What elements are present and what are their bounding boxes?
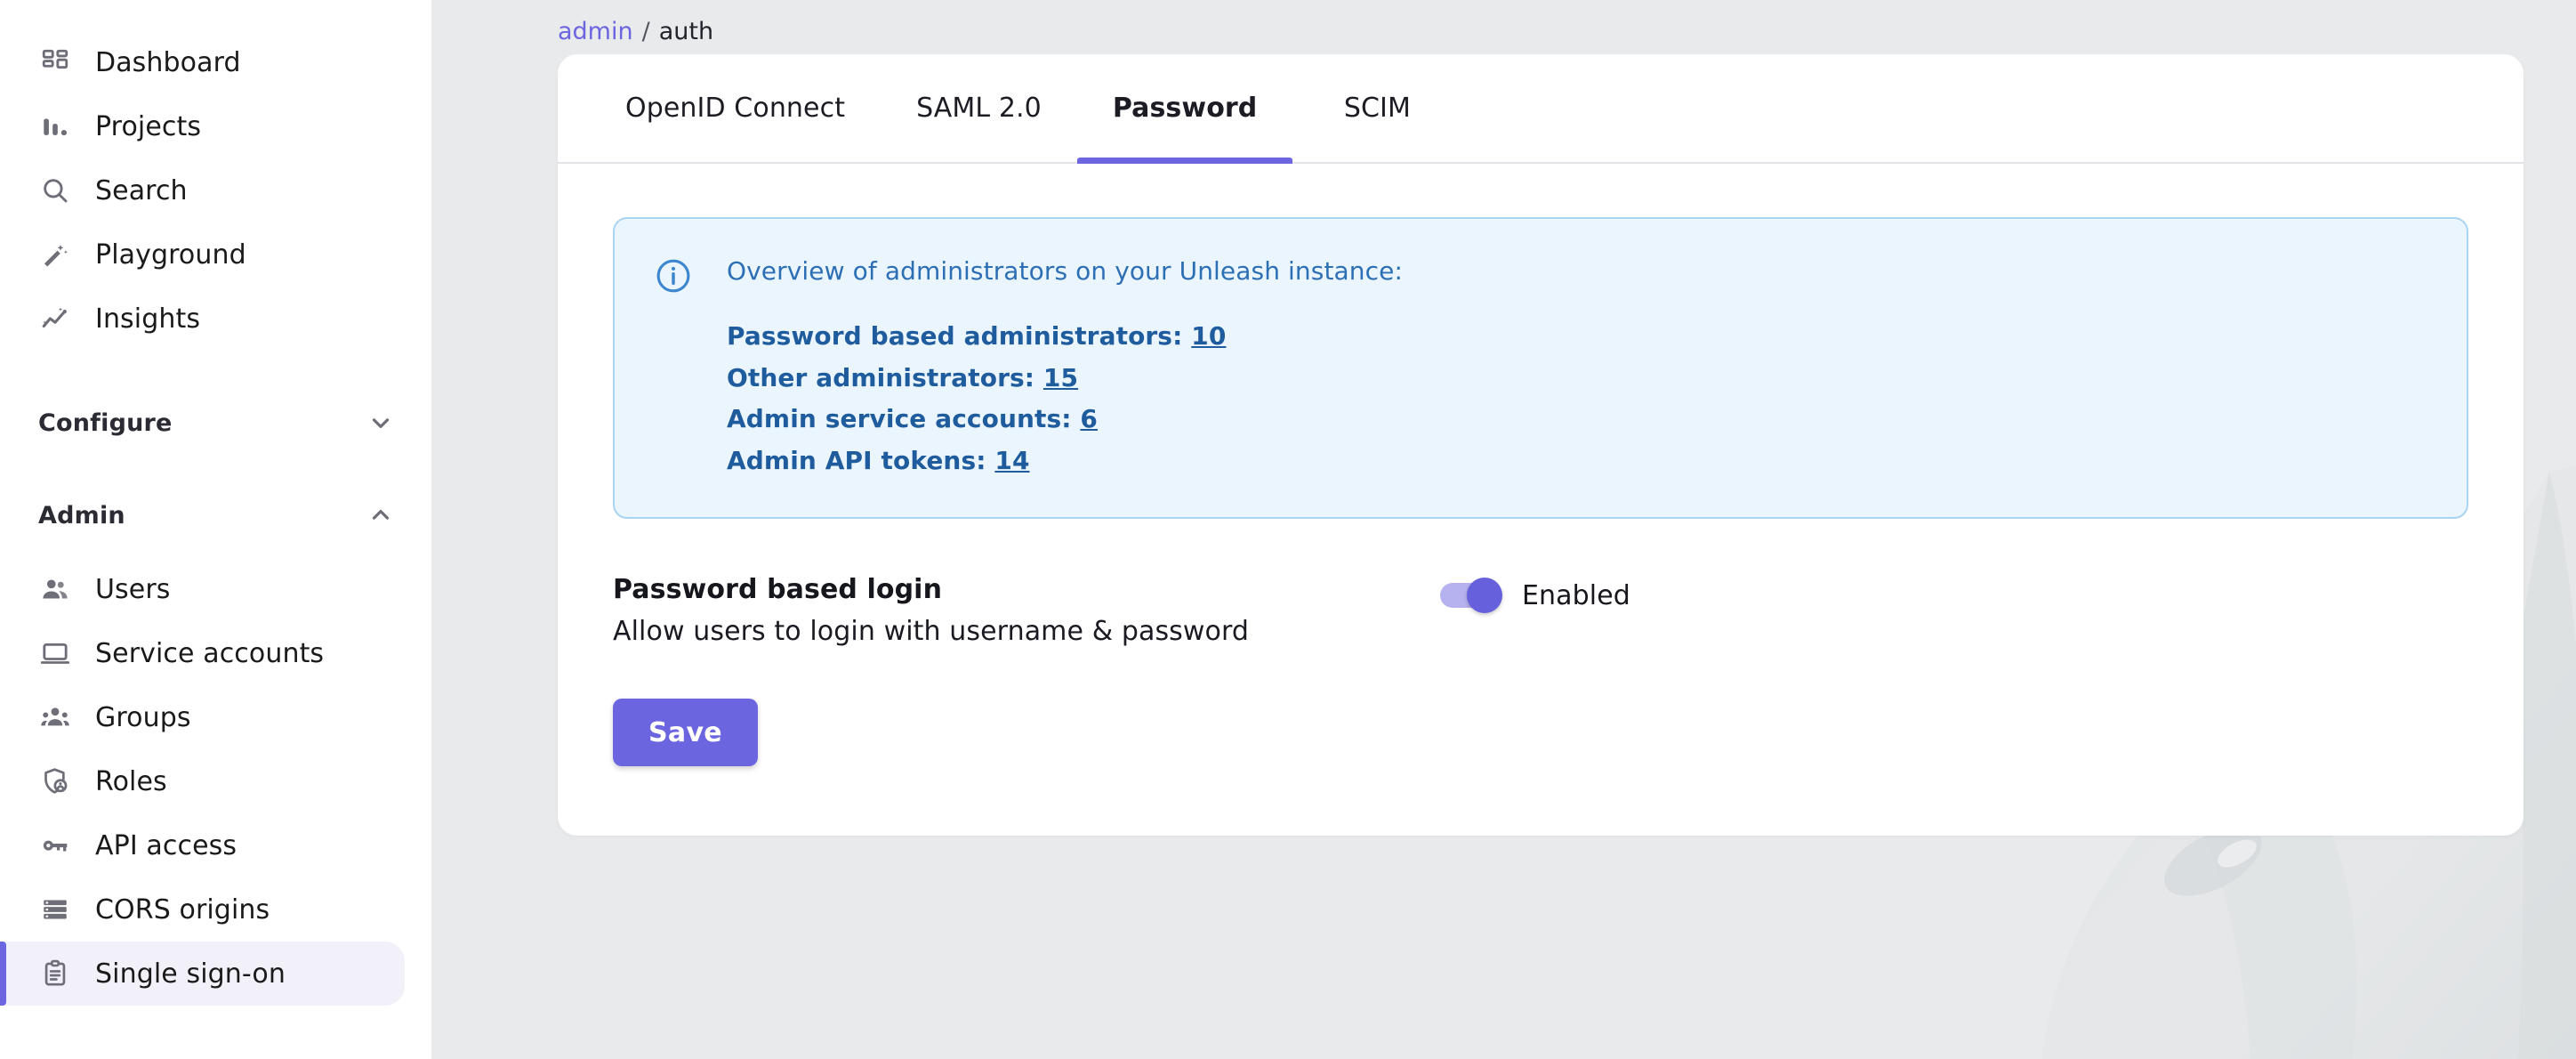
projects-bars-icon: [38, 109, 72, 143]
sidebar-item-api-access[interactable]: API access: [0, 813, 431, 877]
sidebar-item-label: Playground: [95, 239, 246, 271]
sidebar-item-label: CORS origins: [95, 894, 270, 926]
sidebar-item-label: API access: [95, 830, 237, 861]
key-icon: [38, 829, 72, 862]
sidebar-section-admin[interactable]: Admin: [0, 486, 431, 545]
toggle-thumb: [1467, 578, 1502, 613]
sidebar-item-cors-origins[interactable]: CORS origins: [0, 877, 431, 942]
clipboard-icon: [38, 957, 72, 990]
admin-sso-password-screen: Dashboard Projects Search: [0, 0, 2576, 1059]
tab-label: SCIM: [1344, 93, 1411, 124]
sidebar-item-search[interactable]: Search: [0, 158, 431, 222]
alert-stat-list: Password based administrators: 10 Other …: [727, 318, 1403, 480]
breadcrumb-separator: /: [642, 18, 650, 45]
alert-stat-label: Admin service accounts:: [727, 404, 1072, 433]
setting-description: Allow users to login with username & pas…: [613, 616, 1440, 647]
sidebar-item-label: Users: [95, 574, 171, 605]
sidebar-item-playground[interactable]: Playground: [0, 222, 431, 287]
tab-openid-connect[interactable]: OpenID Connect: [590, 54, 881, 162]
breadcrumb-current-auth: auth: [659, 18, 713, 45]
alert-stat-row: Admin service accounts: 6: [727, 400, 1403, 439]
sidebar-item-single-sign-on[interactable]: Single sign-on: [0, 942, 405, 1006]
alert-stat-value[interactable]: 10: [1191, 321, 1226, 351]
sidebar-item-service-accounts[interactable]: Service accounts: [0, 621, 431, 685]
tab-label: OpenID Connect: [625, 93, 845, 124]
password-based-login-setting: Password based login Allow users to logi…: [613, 574, 2468, 647]
users-icon: [38, 572, 72, 606]
alert-stat-row: Other administrators: 15: [727, 360, 1403, 398]
content-area: admin / auth OpenID Connect SAML 2.0 Pas…: [431, 0, 2576, 1059]
alert-body: Overview of administrators on your Unlea…: [727, 255, 1403, 480]
sidebar-item-label: Groups: [95, 702, 191, 733]
main-sidebar: Dashboard Projects Search: [0, 0, 431, 1059]
administrators-overview-alert: Overview of administrators on your Unlea…: [613, 217, 2468, 519]
sidebar-item-roles[interactable]: Roles: [0, 749, 431, 813]
breadcrumb: admin / auth: [558, 18, 713, 45]
tab-saml-2-0[interactable]: SAML 2.0: [881, 54, 1077, 162]
save-button[interactable]: Save: [613, 699, 758, 766]
sidebar-item-insights[interactable]: Insights: [0, 287, 431, 351]
sidebar-section-label: Admin: [38, 502, 125, 530]
auth-tabs: OpenID Connect SAML 2.0 Password SCIM: [558, 54, 2524, 164]
tab-scim[interactable]: SCIM: [1292, 54, 1461, 162]
sidebar-item-label: Search: [95, 175, 188, 206]
sidebar-item-label: Insights: [95, 303, 200, 335]
sidebar-item-label: Roles: [95, 766, 167, 797]
groups-icon: [38, 700, 72, 734]
search-icon: [38, 174, 72, 207]
sidebar-item-projects[interactable]: Projects: [0, 94, 431, 158]
sidebar-item-users[interactable]: Users: [0, 557, 431, 621]
alert-stat-label: Other administrators:: [727, 363, 1034, 392]
shield-person-icon: [38, 764, 72, 798]
sidebar-spacer: [0, 351, 431, 393]
sidebar-item-label: Projects: [95, 111, 201, 142]
insights-sparkline-icon: [38, 302, 72, 335]
sidebar-section-configure[interactable]: Configure: [0, 393, 431, 452]
sidebar-item-label: Service accounts: [95, 638, 324, 669]
alert-stat-value[interactable]: 15: [1043, 363, 1078, 392]
setting-text-block: Password based login Allow users to logi…: [613, 574, 1440, 647]
password-login-toggle[interactable]: [1440, 578, 1499, 613]
alert-stat-value[interactable]: 6: [1080, 404, 1098, 433]
alert-stat-label: Password based administrators:: [727, 321, 1182, 351]
info-circle-icon: [654, 256, 693, 295]
auth-settings-card: OpenID Connect SAML 2.0 Password SCIM: [558, 54, 2524, 836]
alert-stat-label: Admin API tokens:: [727, 446, 986, 475]
sidebar-item-dashboard[interactable]: Dashboard: [0, 30, 431, 94]
laptop-icon: [38, 636, 72, 670]
chevron-down-icon[interactable]: [367, 409, 394, 436]
sidebar-spacer: [0, 452, 431, 486]
alert-stat-value[interactable]: 14: [994, 446, 1029, 475]
setting-title: Password based login: [613, 574, 1440, 605]
alert-title: Overview of administrators on your Unlea…: [727, 256, 1403, 286]
sidebar-item-groups[interactable]: Groups: [0, 685, 431, 749]
playground-wand-icon: [38, 238, 72, 271]
list-rows-icon: [38, 893, 72, 926]
tab-password[interactable]: Password: [1077, 54, 1293, 162]
tab-label: SAML 2.0: [916, 93, 1042, 124]
tab-label: Password: [1113, 93, 1258, 124]
sidebar-spacer: [0, 545, 431, 557]
sidebar-item-label: Dashboard: [95, 47, 241, 78]
sidebar-item-label: Single sign-on: [95, 958, 286, 990]
password-tab-panel: Overview of administrators on your Unlea…: [558, 164, 2524, 836]
chevron-up-icon[interactable]: [367, 502, 394, 529]
alert-stat-row: Password based administrators: 10: [727, 318, 1403, 356]
breadcrumb-link-admin[interactable]: admin: [558, 18, 633, 45]
alert-stat-row: Admin API tokens: 14: [727, 442, 1403, 481]
dashboard-icon: [38, 45, 72, 79]
sidebar-section-label: Configure: [38, 409, 173, 437]
password-login-toggle-group: Enabled: [1440, 578, 1630, 613]
toggle-state-label: Enabled: [1522, 580, 1630, 611]
